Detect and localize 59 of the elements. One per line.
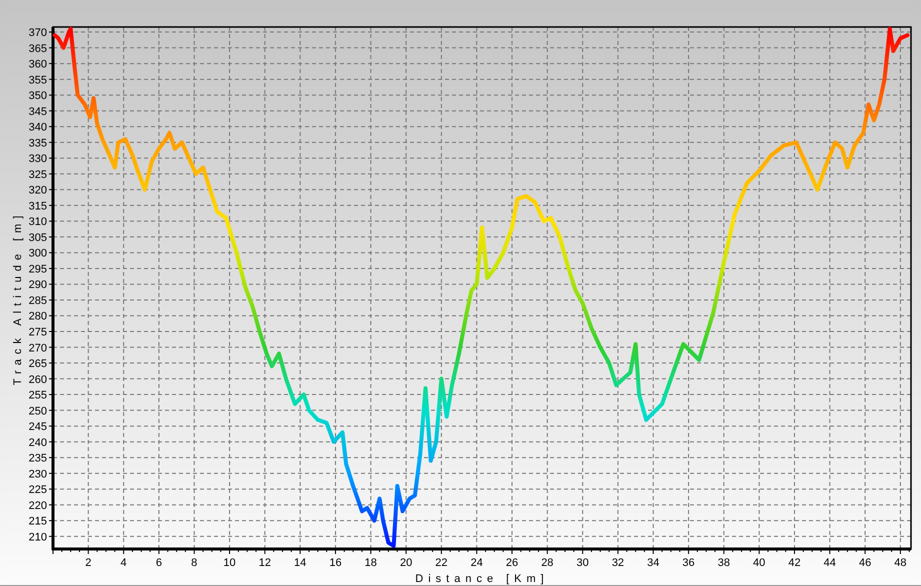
x-tick-label: 28 — [541, 557, 554, 569]
x-tick-label: 26 — [506, 557, 518, 569]
x-tick-label: 12 — [258, 557, 271, 569]
x-tick-label: 16 — [329, 557, 342, 569]
x-tick-label: 48 — [894, 557, 907, 569]
y-tick-label: 360 — [28, 58, 47, 71]
y-tick-label: 315 — [28, 200, 47, 212]
x-tick-label: 44 — [824, 557, 836, 569]
y-tick-label: 280 — [28, 310, 47, 323]
x-tick-label: 24 — [470, 557, 483, 569]
x-axis-title: Distance [Km] — [415, 573, 549, 585]
x-tick-label: 14 — [294, 557, 306, 569]
y-tick-label: 305 — [28, 232, 47, 244]
x-tick-label: 40 — [753, 557, 766, 569]
y-tick-label: 250 — [28, 405, 47, 418]
y-tick-label: 260 — [28, 374, 47, 386]
y-tick-label: 265 — [28, 358, 47, 370]
y-tick-label: 340 — [28, 122, 47, 134]
y-tick-label: 275 — [28, 326, 47, 338]
y-tick-label: 345 — [28, 106, 47, 118]
x-tick-label: 34 — [647, 557, 660, 569]
x-tick-label: 22 — [435, 557, 448, 569]
y-tick-label: 335 — [28, 137, 47, 150]
y-tick-label: 270 — [28, 342, 47, 354]
y-tick-label: 370 — [28, 27, 47, 40]
y-tick-label: 325 — [28, 168, 47, 181]
x-tick-label: 30 — [576, 557, 589, 569]
y-tick-label: 210 — [28, 531, 47, 544]
y-tick-label: 230 — [28, 468, 47, 480]
x-tick-label: 20 — [400, 557, 412, 569]
y-tick-label: 285 — [28, 294, 47, 307]
y-tick-label: 245 — [28, 421, 47, 434]
x-tick-label: 46 — [858, 557, 872, 569]
y-tick-label: 235 — [28, 452, 47, 465]
x-tick-label: 38 — [718, 557, 730, 569]
x-tick-label: 36 — [682, 557, 695, 569]
y-tick-label: 215 — [28, 516, 47, 528]
y-tick-label: 320 — [28, 184, 47, 197]
x-tick-label: 10 — [223, 557, 236, 569]
y-tick-label: 240 — [28, 436, 47, 449]
x-tick-label: 42 — [788, 557, 801, 569]
y-tick-label: 300 — [28, 248, 47, 260]
x-tick-label: 8 — [191, 557, 198, 569]
x-tick-label: 18 — [364, 557, 377, 569]
y-tick-label: 350 — [28, 90, 47, 102]
y-tick-label: 295 — [28, 263, 47, 276]
x-tick-label: 32 — [612, 557, 624, 569]
x-tick-label: 6 — [156, 557, 162, 569]
y-tick-label: 220 — [28, 500, 47, 512]
y-tick-label: 330 — [28, 153, 47, 166]
y-axis-title: Track Altitude [m] — [12, 210, 24, 386]
y-tick-label: 355 — [28, 74, 47, 86]
y-tick-label: 310 — [28, 216, 47, 228]
y-tick-label: 290 — [28, 279, 47, 292]
y-tick-label: 365 — [28, 42, 47, 55]
y-tick-label: 225 — [28, 484, 47, 496]
x-tick-label: 2 — [85, 557, 92, 569]
y-tick-label: 255 — [28, 390, 47, 402]
x-tick-label: 4 — [120, 557, 127, 569]
